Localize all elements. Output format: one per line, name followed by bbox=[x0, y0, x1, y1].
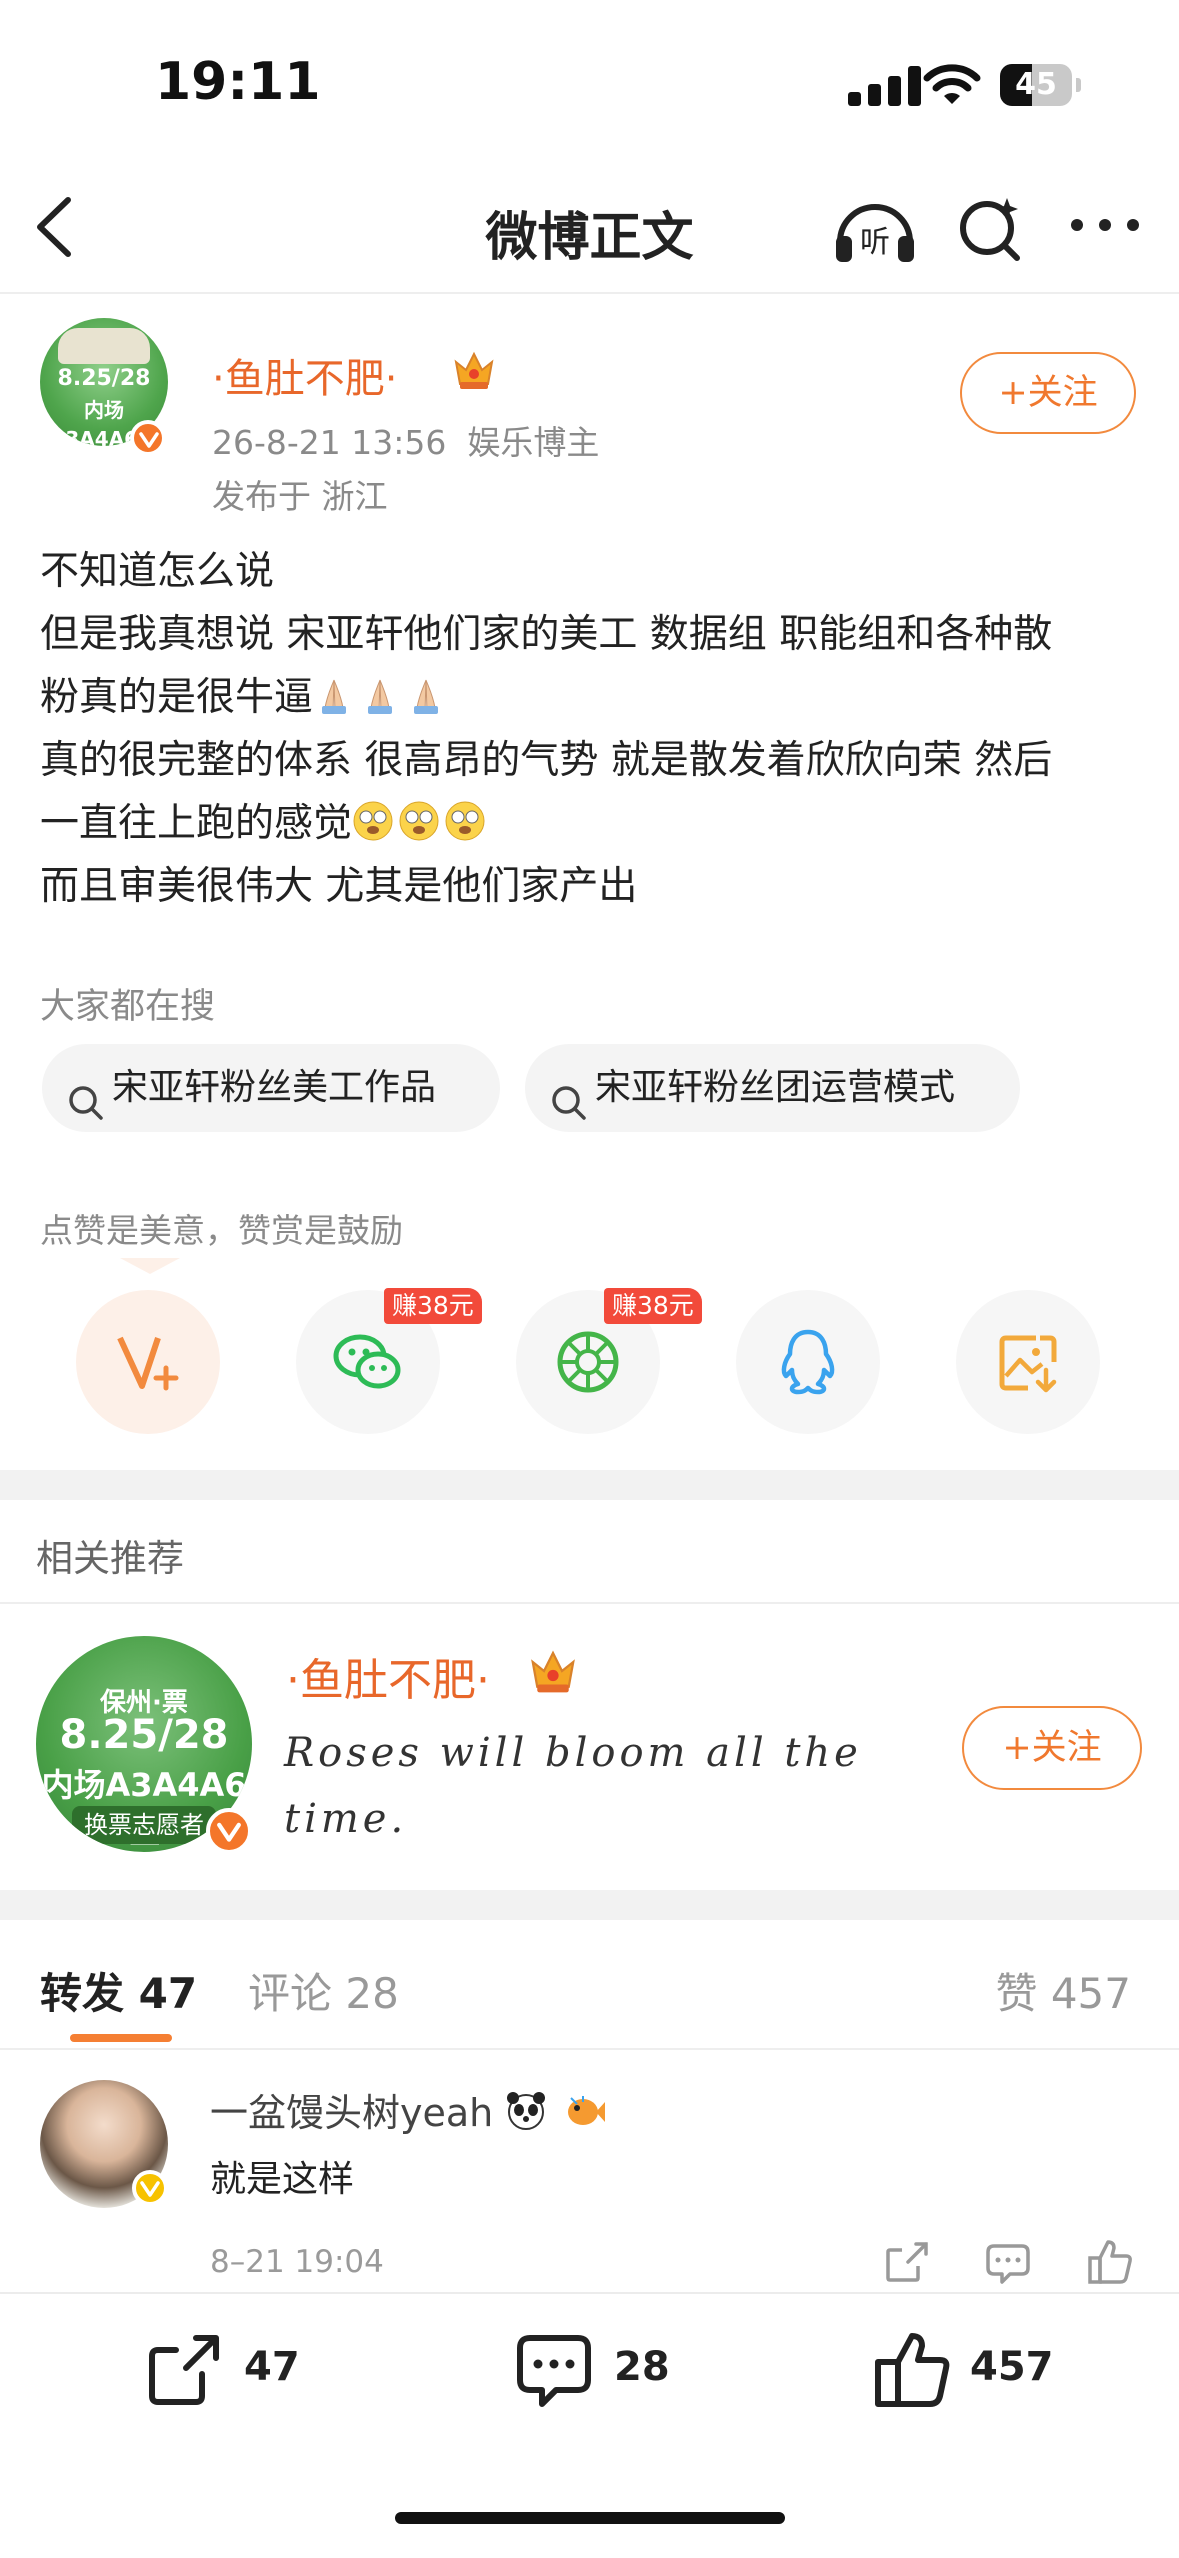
author-name[interactable]: ·鱼肚不肥· bbox=[212, 346, 397, 404]
signal-icon bbox=[848, 66, 928, 106]
active-tab-indicator bbox=[70, 2034, 172, 2042]
repost-count[interactable]: 47 bbox=[244, 2344, 300, 2390]
verified-badge-icon bbox=[130, 420, 166, 456]
verified-badge-icon bbox=[206, 1808, 252, 1854]
post-line: 但是我真想说 宋亚轩他们家的美工 数据组 职能组和各种散 bbox=[40, 612, 1053, 657]
post-timestamp: 26-8-21 13:56 bbox=[212, 423, 447, 462]
comment-time: 8–21 19:04 bbox=[210, 2244, 384, 2280]
section-separator bbox=[0, 1470, 1179, 1500]
svg-text:听: 听 bbox=[860, 225, 890, 260]
post-line: 真的很完整的体系 很高昂的气势 就是散发着欣欣向荣 然后 bbox=[40, 738, 1053, 783]
battery-level: 45 bbox=[1015, 67, 1057, 102]
more-icon[interactable] bbox=[1065, 200, 1145, 250]
search-icon bbox=[549, 1068, 589, 1120]
wifi-icon bbox=[922, 60, 982, 108]
like-icon[interactable] bbox=[1086, 2238, 1134, 2286]
save-image-icon[interactable] bbox=[956, 1290, 1100, 1434]
weibo-reward-icon[interactable] bbox=[76, 1290, 220, 1434]
tab-like[interactable]: 赞 457 bbox=[995, 1960, 1131, 2021]
like-icon[interactable] bbox=[872, 2330, 952, 2410]
post-location: 发布于 浙江 bbox=[212, 477, 388, 516]
post-line: 粉真的是很牛逼 bbox=[40, 666, 1140, 729]
hot-search-title: 大家都在搜 bbox=[40, 987, 216, 1027]
hot-search-chip-label: 宋亚轩粉丝美工作品 bbox=[112, 1067, 437, 1108]
search-icon[interactable] bbox=[955, 188, 1025, 268]
post-line: 一直往上跑的感觉 bbox=[40, 792, 1140, 855]
search-icon bbox=[66, 1068, 106, 1120]
follow-button[interactable]: +关注 bbox=[960, 352, 1136, 434]
avatar-text: 换票志愿者 bbox=[72, 1806, 216, 1844]
tab-comment[interactable]: 评论 28 bbox=[248, 1960, 399, 2021]
like-hint: 点赞是美意，赞赏是鼓励 bbox=[40, 1211, 403, 1250]
avatar-text: 8.25/28 bbox=[59, 1712, 229, 1758]
panda-icon bbox=[505, 2090, 547, 2132]
avatar-text: 8.25/28 bbox=[57, 366, 151, 391]
home-indicator bbox=[395, 2512, 785, 2524]
dizzy-face-emoji-icon bbox=[352, 798, 394, 841]
related-divider bbox=[0, 1602, 1179, 1604]
qq-icon[interactable] bbox=[736, 1290, 880, 1434]
status-time: 19:11 bbox=[155, 52, 321, 112]
commenter-name[interactable]: 一盆馒头树yeah bbox=[210, 2082, 609, 2137]
reward-badge: 赚38元 bbox=[384, 1288, 482, 1324]
commenter-name-text: 一盆馒头树yeah bbox=[210, 2091, 494, 2135]
pray-emoji-icon bbox=[313, 672, 355, 714]
hot-search-chip[interactable]: 宋亚轩粉丝团运营模式 bbox=[525, 1044, 1020, 1132]
related-signature: Roses will bloom all the time. bbox=[284, 1730, 862, 1842]
reward-badge: 赚38元 bbox=[604, 1288, 702, 1324]
dizzy-face-emoji-icon bbox=[444, 798, 486, 841]
crown-icon bbox=[450, 346, 498, 394]
post-meta: 26-8-21 13:56 娱乐博主 bbox=[212, 416, 599, 464]
pray-emoji-icon bbox=[405, 672, 447, 714]
repost-icon[interactable] bbox=[144, 2330, 224, 2410]
post-line: 而且审美很伟大 尤其是他们家产出 bbox=[40, 864, 638, 909]
related-title: 相关推荐 bbox=[36, 1537, 184, 1580]
hint-pointer bbox=[120, 1258, 180, 1274]
post-line-text: 一直往上跑的感觉 bbox=[40, 801, 353, 846]
tab-repost[interactable]: 转发 47 bbox=[40, 1960, 197, 2021]
comment-icon[interactable] bbox=[514, 2330, 594, 2410]
share-icon[interactable] bbox=[882, 2238, 930, 2286]
tab-divider bbox=[0, 2048, 1179, 2050]
verified-badge-icon bbox=[132, 2170, 168, 2206]
section-separator bbox=[0, 1890, 1179, 1920]
follow-related-button[interactable]: +关注 bbox=[962, 1706, 1142, 1790]
like-count[interactable]: 457 bbox=[970, 2344, 1054, 2390]
crown-icon bbox=[526, 1644, 580, 1698]
comment-text: 就是这样 bbox=[210, 2159, 355, 2200]
related-name[interactable]: ·鱼肚不肥· bbox=[286, 1644, 490, 1708]
pray-emoji-icon bbox=[359, 672, 401, 714]
fish-icon bbox=[563, 2090, 606, 2132]
post-line-text: 粉真的是很牛逼 bbox=[40, 675, 314, 720]
hot-search-chip[interactable]: 宋亚轩粉丝美工作品 bbox=[42, 1044, 500, 1132]
post-body: 不知道怎么说 但是我真想说 宋亚轩他们家的美工 数据组 职能组和各种散 粉真的是… bbox=[40, 540, 1140, 918]
battery-icon: 45 bbox=[1000, 64, 1081, 106]
listen-icon[interactable]: 听 bbox=[830, 190, 920, 270]
comment-count[interactable]: 28 bbox=[614, 2344, 670, 2390]
hot-search-chip-label: 宋亚轩粉丝团运营模式 bbox=[595, 1067, 956, 1108]
dizzy-face-emoji-icon bbox=[398, 798, 440, 841]
post-line: 不知道怎么说 bbox=[40, 549, 275, 594]
nav-divider bbox=[0, 292, 1179, 294]
author-tag: 娱乐博主 bbox=[467, 423, 600, 462]
comment-icon[interactable] bbox=[984, 2238, 1032, 2286]
